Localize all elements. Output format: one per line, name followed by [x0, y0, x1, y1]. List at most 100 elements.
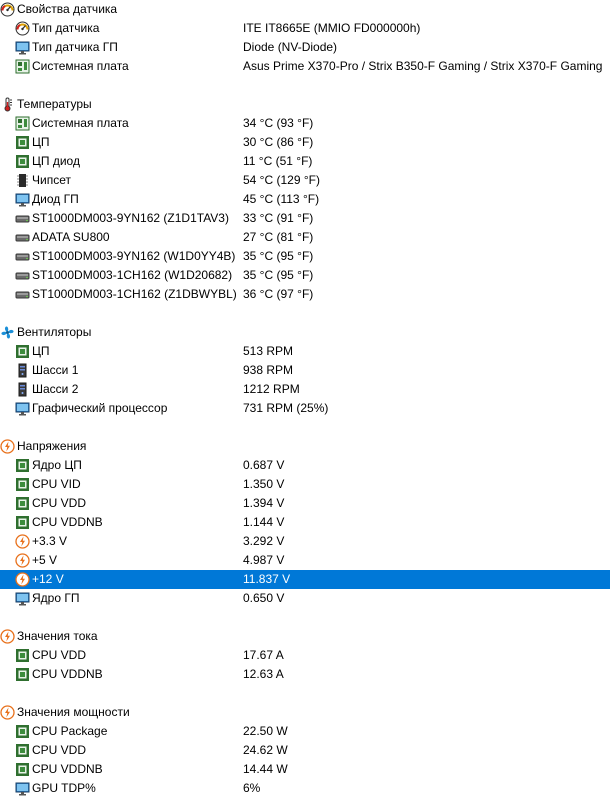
sensor-label: CPU VDDNB	[32, 515, 103, 529]
sensor-row[interactable]: +12 V 11.837 V	[0, 570, 610, 589]
gpu-icon	[15, 401, 30, 416]
sensor-row[interactable]: CPU VDD 17.67 A	[0, 646, 610, 665]
sensor-value: 731 RPM (25%)	[243, 401, 329, 415]
sensor-row[interactable]: CPU VID 1.350 V	[0, 475, 610, 494]
sensor-label: ST1000DM003-9YN162 (Z1D1TAV3)	[32, 211, 229, 225]
group-title: Свойства датчика	[17, 2, 118, 16]
sensor-row[interactable]: CPU Package 22.50 W	[0, 722, 610, 741]
sensor-row[interactable]: Системная плата 34 °C (93 °F)	[0, 114, 610, 133]
gpu-icon	[15, 591, 30, 606]
sensor-row[interactable]: Тип датчика ITE IT8665E (MMIO FD000000h)	[0, 19, 610, 38]
sensor-label: CPU VDDNB	[32, 762, 103, 776]
sensor-value: 35 °C (95 °F)	[243, 249, 314, 263]
sensor-value: 513 RPM	[243, 344, 294, 358]
sensor-value: 35 °C (95 °F)	[243, 268, 314, 282]
hdd-icon	[15, 268, 30, 283]
sensor-value: Diode (NV-Diode)	[243, 40, 338, 54]
sensor-label: CPU VID	[32, 477, 81, 491]
sensor-row[interactable]: ЦП 513 RPM	[0, 342, 610, 361]
voltage-icon	[15, 534, 30, 549]
sensor-value: 1.394 V	[243, 496, 285, 510]
sensor-row[interactable]: ST1000DM003-9YN162 (W1D0YY4B) 35 °C (95 °…	[0, 247, 610, 266]
sensor-label: ST1000DM003-1CH162 (W1D20682)	[32, 268, 233, 282]
sensor-row[interactable]: Чипсет 54 °C (129 °F)	[0, 171, 610, 190]
sensor-label: GPU TDP%	[32, 781, 96, 795]
sensor-list[interactable]: Свойства датчика Тип датчика ITE IT8665E (…	[0, 0, 610, 798]
sensor-row[interactable]: ЦП диод 11 °C (51 °F)	[0, 152, 610, 171]
sensor-row[interactable]: GPU TDP% 6%	[0, 779, 610, 798]
sensor-row[interactable]: CPU VDD 1.394 V	[0, 494, 610, 513]
gpu-icon	[15, 192, 30, 207]
cpu-chip-icon	[15, 648, 30, 663]
sensor-row[interactable]: Тип датчика ГП Diode (NV-Diode)	[0, 38, 610, 57]
sensor-label: ST1000DM003-9YN162 (W1D0YY4B)	[32, 249, 236, 263]
voltage-icon	[15, 553, 30, 568]
chipset-icon	[15, 173, 30, 188]
sensor-row[interactable]: Шасси 2 1212 RPM	[0, 380, 610, 399]
sensor-label: Шасси 2	[32, 382, 79, 396]
sensor-row[interactable]: ADATA SU800 27 °C (81 °F)	[0, 228, 610, 247]
hdd-icon	[15, 287, 30, 302]
sensor-row[interactable]: Системная плата Asus Prime X370-Pro / Str…	[0, 57, 610, 76]
sensor-label: +5 V	[32, 553, 58, 567]
sensor-value: ITE IT8665E (MMIO FD000000h)	[243, 21, 421, 35]
sensor-row[interactable]: Диод ГП 45 °C (113 °F)	[0, 190, 610, 209]
sensor-label: CPU VDD	[32, 648, 87, 662]
sensor-row[interactable]: CPU VDDNB 12.63 A	[0, 665, 610, 684]
voltage-icon	[0, 705, 15, 720]
gpu-icon	[15, 781, 30, 796]
voltage-icon	[0, 439, 15, 454]
group-header[interactable]: Вентиляторы	[0, 323, 610, 342]
sensor-row[interactable]: Графический процессор 731 RPM (25%)	[0, 399, 610, 418]
cpu-chip-icon	[15, 496, 30, 511]
group-header[interactable]: Температуры	[0, 95, 610, 114]
sensor-row[interactable]: ST1000DM003-1CH162 (Z1DBWYBL) 36 °C (97 °…	[0, 285, 610, 304]
sensor-label: +12 V	[32, 572, 64, 586]
sensor-label: CPU VDD	[32, 496, 87, 510]
motherboard-icon	[15, 116, 30, 131]
sensor-row[interactable]: Шасси 1 938 RPM	[0, 361, 610, 380]
sensor-value: Asus Prime X370-Pro / Strix B350-F Gamin…	[243, 59, 603, 73]
sensor-gauge-icon	[0, 2, 15, 17]
sensor-row[interactable]: Ядро ГП 0.650 V	[0, 589, 610, 608]
sensor-row[interactable]: +3.3 V 3.292 V	[0, 532, 610, 551]
sensor-label: +3.3 V	[32, 534, 68, 548]
sensor-label: ADATA SU800	[32, 230, 110, 244]
sensor-label: Системная плата	[32, 59, 129, 73]
hdd-icon	[15, 249, 30, 264]
sensor-row[interactable]: ST1000DM003-1CH162 (W1D20682) 35 °C (95 °…	[0, 266, 610, 285]
cpu-chip-icon	[15, 667, 30, 682]
sensor-row[interactable]: Ядро ЦП 0.687 V	[0, 456, 610, 475]
group-header[interactable]: Свойства датчика	[0, 0, 610, 19]
case-icon	[15, 382, 30, 397]
sensor-row[interactable]: +5 V 4.987 V	[0, 551, 610, 570]
sensor-value: 0.650 V	[243, 591, 285, 605]
fan-icon	[0, 325, 15, 340]
sensor-value: 12.63 A	[243, 667, 284, 681]
sensor-label: ЦП	[32, 135, 50, 149]
voltage-icon	[0, 629, 15, 644]
group-header[interactable]: Значения тока	[0, 627, 610, 646]
sensor-row[interactable]: CPU VDDNB 14.44 W	[0, 760, 610, 779]
sensor-row[interactable]: CPU VDD 24.62 W	[0, 741, 610, 760]
cpu-chip-icon	[15, 135, 30, 150]
sensor-label: Графический процессор	[32, 401, 168, 415]
sensor-value: 24.62 W	[243, 743, 288, 757]
sensor-row[interactable]: ЦП 30 °C (86 °F)	[0, 133, 610, 152]
sensor-row[interactable]: ST1000DM003-9YN162 (Z1D1TAV3) 33 °C (91 °…	[0, 209, 610, 228]
sensor-value: 30 °C (86 °F)	[243, 135, 314, 149]
group-header[interactable]: Напряжения	[0, 437, 610, 456]
group-title: Значения мощности	[17, 705, 130, 719]
cpu-chip-icon	[15, 762, 30, 777]
sensor-value: 6%	[243, 781, 261, 795]
sensor-value: 3.292 V	[243, 534, 285, 548]
sensor-row[interactable]: CPU VDDNB 1.144 V	[0, 513, 610, 532]
motherboard-icon	[15, 59, 30, 74]
sensor-value: 45 °C (113 °F)	[243, 192, 320, 206]
sensor-value: 938 RPM	[243, 363, 294, 377]
sensor-value: 36 °C (97 °F)	[243, 287, 314, 301]
group-header[interactable]: Значения мощности	[0, 703, 610, 722]
